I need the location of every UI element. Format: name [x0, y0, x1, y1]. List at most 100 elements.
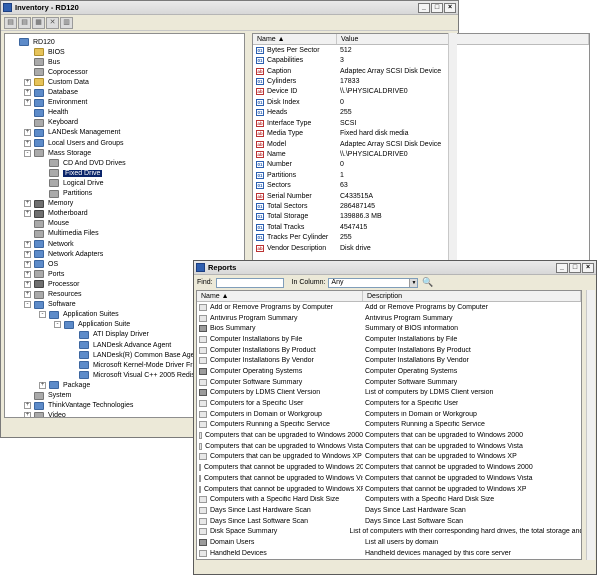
inventory-titlebar[interactable]: Inventory - RD120 _ □ × [1, 1, 458, 15]
name-column-header[interactable]: Name ▲ [253, 34, 337, 44]
toolbar-button-2-icon[interactable]: ▤ [18, 16, 31, 29]
tree-node[interactable]: Keyboard [24, 118, 78, 128]
tree-node[interactable]: RD120 [9, 37, 55, 47]
toolbar-button-5-icon[interactable]: ▥ [60, 16, 73, 29]
report-row[interactable]: Computers by LDMS Client Version List of … [197, 388, 581, 399]
reports-maximize-button[interactable]: □ [569, 262, 581, 273]
report-row[interactable]: Computers Running a Specific Service Comp… [197, 420, 581, 431]
report-row[interactable]: Computer Installations By Vendor Computer… [197, 355, 581, 366]
tree-node[interactable]: Microsoft Kernel-Mode Driver Framew [69, 360, 211, 370]
property-row[interactable]: 01 Partitions 1 [253, 170, 589, 180]
delete-icon[interactable]: ✕ [46, 16, 59, 29]
tree-node[interactable]: + Package [39, 380, 90, 390]
tree-node[interactable]: + Resources [24, 290, 81, 300]
reports-titlebar[interactable]: Reports _ □ × [194, 261, 596, 275]
report-row[interactable]: Computers that cannot be upgraded to Win… [197, 473, 581, 484]
property-row[interactable]: ab Caption Adaptec Array SCSI Disk Device [253, 66, 589, 76]
property-row[interactable]: ab Serial Number C433515A [253, 191, 589, 201]
tree-node[interactable]: Multimedia Files [24, 229, 99, 239]
report-row[interactable]: Days Since Last Software Scan Days Since … [197, 516, 581, 527]
tree-node[interactable]: - Application Suite [54, 320, 130, 330]
tree-node[interactable]: + Environment [24, 98, 87, 108]
property-row[interactable]: 01 Sectors 63 [253, 180, 589, 190]
report-row[interactable]: Computers in Domain or Workgroup Computer… [197, 409, 581, 420]
expand-icon[interactable]: + [39, 381, 46, 389]
property-row[interactable]: 01 Total Sectors 286487145 [253, 201, 589, 211]
tree-node[interactable]: ATI Display Driver [69, 330, 149, 340]
collapse-icon[interactable]: - [24, 301, 31, 309]
tree-node[interactable]: BIOS [24, 47, 65, 57]
report-row[interactable]: Computers with a Specific Hard Disk Size… [197, 494, 581, 505]
reports-close-button[interactable]: × [582, 262, 594, 273]
property-row[interactable]: 01 Bytes Per Sector 512 [253, 45, 589, 55]
report-row[interactable]: Computers that can be upgraded to Window… [197, 430, 581, 441]
report-row[interactable]: Computers that cannot be upgraded to Win… [197, 462, 581, 473]
reports-scrollbar[interactable] [586, 290, 595, 560]
property-row[interactable]: 01 Total Tracks 4547415 [253, 222, 589, 232]
expand-icon[interactable]: + [24, 291, 31, 298]
expand-icon[interactable]: + [24, 280, 31, 288]
expand-icon[interactable]: + [24, 250, 31, 258]
report-row[interactable]: Days Since Last Hardware Scan Days Since … [197, 505, 581, 516]
report-row[interactable]: Antivirus Program Summary Antivirus Progr… [197, 313, 581, 324]
tree-node[interactable]: Health [24, 108, 68, 118]
expand-icon[interactable]: + [24, 200, 31, 208]
property-row[interactable]: 01 Heads 255 [253, 108, 589, 118]
property-row[interactable]: ab Interface Type SCSI [253, 118, 589, 128]
expand-icon[interactable]: + [24, 270, 31, 278]
tree-node[interactable]: Logical Drive [39, 178, 103, 188]
property-row[interactable]: 01 Number 0 [253, 160, 589, 170]
properties-scrollbar[interactable] [448, 33, 457, 290]
tree-node[interactable]: + OS [24, 259, 58, 269]
report-description-column-header[interactable]: Description [363, 291, 581, 301]
minimize-button[interactable]: _ [418, 2, 430, 13]
expand-icon[interactable]: + [24, 139, 31, 147]
property-row[interactable]: ab Name \\.\PHYSICALDRIVE0 [253, 149, 589, 159]
report-row[interactable]: Add or Remove Programs by Computer Add or… [197, 302, 581, 313]
property-row[interactable]: 01 Tracks Per Cylinder 255 [253, 233, 589, 243]
maximize-button[interactable]: □ [431, 2, 443, 13]
in-column-select[interactable]: Any ▼ [328, 277, 419, 288]
tree-node[interactable]: Microsoft Visual C++ 2005 Redistribut [69, 370, 210, 380]
tree-node[interactable]: + Network [24, 239, 74, 249]
property-row[interactable]: 01 Capabilities 3 [253, 55, 589, 65]
tree-node[interactable]: + Ports [24, 269, 64, 279]
expand-icon[interactable]: + [24, 129, 31, 137]
search-icon[interactable]: 🔍 [422, 277, 433, 288]
report-name-column-header[interactable]: Name ▲ [197, 291, 363, 301]
tree-node[interactable]: + ThinkVantage Technologies [24, 401, 133, 411]
expand-icon[interactable]: + [24, 210, 31, 218]
close-button[interactable]: × [444, 2, 456, 13]
tree-node[interactable]: Bus [24, 57, 60, 67]
tree-node[interactable]: LANDesk(R) Common Base Agent 8 [69, 350, 206, 360]
report-row[interactable]: Disk Space Summary List of computers with… [197, 526, 581, 537]
expand-icon[interactable]: + [24, 99, 31, 107]
collapse-icon[interactable]: - [54, 321, 61, 329]
expand-icon[interactable]: + [24, 402, 31, 410]
tree-node[interactable]: + Network Adapters [24, 249, 103, 259]
tree-node[interactable]: + Processor [24, 279, 80, 289]
expand-icon[interactable]: + [24, 240, 31, 248]
tree-node[interactable]: + LANDesk Management [24, 128, 120, 138]
property-row[interactable]: 01 Total Storage 139886.3 MB [253, 212, 589, 222]
tree-node[interactable]: + Local Users and Groups [24, 138, 123, 148]
property-row[interactable]: ab Model Adaptec Array SCSI Disk Device [253, 139, 589, 149]
tree-node[interactable]: CD And DVD Drives [39, 158, 126, 168]
tree-node[interactable]: - Software [24, 300, 76, 310]
tree-node[interactable]: System [24, 391, 71, 401]
report-row[interactable]: Computers that cannot be upgraded to Win… [197, 484, 581, 495]
tree-node[interactable]: LANDesk Advance Agent [69, 340, 171, 350]
toolbar-button-1-icon[interactable]: ▤ [4, 16, 17, 29]
property-row[interactable]: 01 Cylinders 17833 [253, 76, 589, 86]
tree-node[interactable]: Coprocessor [24, 67, 88, 77]
tree-node[interactable]: Fixed Drive [39, 168, 103, 178]
tree-node[interactable]: + Video [24, 411, 66, 417]
report-row[interactable]: Computer Software Summary Computer Softwa… [197, 377, 581, 388]
property-row[interactable]: 01 Disk Index 0 [253, 97, 589, 107]
report-row[interactable]: Computers that can be upgraded to Window… [197, 441, 581, 452]
report-row[interactable]: Computer Installations by File Computer I… [197, 334, 581, 345]
collapse-icon[interactable]: - [39, 311, 46, 319]
report-row[interactable]: Handheld Devices Handheld devices managed… [197, 548, 581, 559]
tree-node[interactable]: + Motherboard [24, 209, 88, 219]
property-row[interactable]: ab Vendor Description Disk drive [253, 243, 589, 253]
